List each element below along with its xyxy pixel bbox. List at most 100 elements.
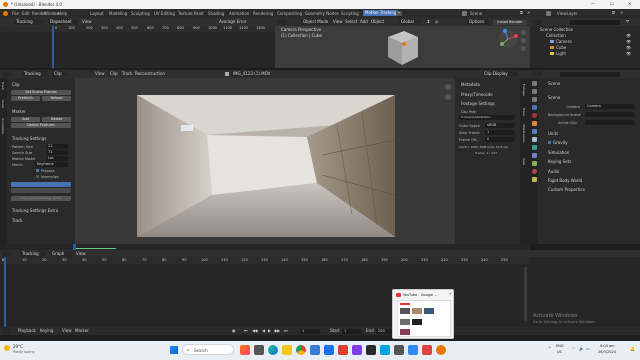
graph-scrollbar[interactable] [524, 267, 527, 321]
delete-view-layer-icon[interactable]: ✕ [620, 11, 623, 15]
graph-view-menu[interactable]: View [76, 251, 86, 256]
play-icon[interactable]: ▶ [268, 328, 271, 333]
clip-path-field[interactable]: C:\Users\Ashish\Do... [459, 115, 515, 120]
clip-section-header[interactable]: Clip [12, 82, 20, 87]
cube-object[interactable] [380, 27, 420, 67]
units-header[interactable]: Units [548, 131, 558, 136]
copy-settings-button[interactable]: Copy Active Settings To Sel [11, 196, 71, 201]
dopesheet-sort-label[interactable]: Average Error [219, 20, 246, 24]
delete-marker-button[interactable]: Delete [42, 117, 71, 122]
clip-editor-type-icon[interactable] [2, 71, 12, 77]
viewport-3d[interactable]: Camera Perspective (1) Collection | Cube [275, 26, 530, 68]
app-icon[interactable] [366, 345, 376, 355]
tab-modeling[interactable]: Modeling [109, 11, 127, 16]
weather-temp[interactable]: 29°C [13, 345, 23, 349]
constraints-tab-icon[interactable] [531, 153, 537, 158]
clip-menu-track[interactable]: Track [122, 72, 132, 76]
view-layer-selector[interactable]: ViewLayer [557, 11, 578, 16]
outliner-item-light[interactable]: Light [556, 52, 566, 56]
app-icon[interactable] [422, 345, 432, 355]
tray-chevron-icon[interactable]: ^ [548, 347, 551, 351]
tab-scripting[interactable]: Scripting [341, 11, 359, 16]
close-button[interactable]: ✕ [628, 2, 631, 6]
add-marker-button[interactable]: Add [11, 117, 40, 122]
outliner-editor-icon[interactable] [532, 19, 542, 25]
visibility-eye-icon[interactable]: 👁 [626, 52, 631, 56]
dopesheet-view-menu[interactable]: View [82, 20, 92, 24]
install-button[interactable]: Install Blender [493, 19, 527, 25]
tab-shading[interactable]: Shading [208, 11, 224, 16]
volume-icon[interactable]: 🔈 [579, 347, 584, 351]
video-frame[interactable] [137, 95, 395, 237]
modifier-tab-icon[interactable] [531, 129, 537, 134]
menu-help[interactable]: Help [58, 11, 67, 16]
visibility-eye-icon[interactable]: 👁 [626, 40, 631, 44]
add-workspace-button[interactable]: + [396, 10, 402, 16]
viewport-menu-object[interactable]: Object [371, 20, 384, 24]
object-tab-icon[interactable] [531, 121, 537, 126]
clip-menu-view[interactable]: View [95, 72, 105, 76]
pan-view-icon[interactable] [445, 94, 451, 100]
app-icon[interactable] [380, 345, 390, 355]
outliner-item-cube[interactable]: Cube [556, 46, 566, 50]
app-icon[interactable] [338, 345, 348, 355]
graph-editor-icon[interactable] [2, 250, 12, 257]
timeline-view-menu[interactable]: View [62, 329, 72, 333]
wifi-icon[interactable]: ◠ [572, 347, 576, 351]
zoom-icon[interactable] [521, 30, 526, 35]
start-frame-field[interactable]: 1 [342, 328, 362, 334]
popup-close-icon[interactable]: ✕ [449, 292, 452, 297]
set-scene-frames-button[interactable]: Set Scene Frames [11, 90, 71, 95]
normalize-checkbox[interactable] [36, 175, 39, 178]
tab-track[interactable]: Track [1, 82, 5, 90]
gravity-checkbox[interactable] [548, 141, 551, 144]
physics-tab-icon[interactable] [531, 145, 537, 150]
custom-properties-header[interactable]: Custom Properties [548, 187, 585, 192]
delete-scene-icon[interactable]: ✕ [527, 11, 530, 15]
minimize-button[interactable]: — [591, 2, 595, 6]
pan-icon[interactable] [521, 38, 526, 43]
texture-tab-icon[interactable] [531, 177, 537, 182]
clip-display-dropdown[interactable]: Clip Display [482, 71, 518, 77]
background-scene-field[interactable] [585, 112, 635, 117]
tracking-extra-header[interactable]: Tracking Settings Extra [12, 208, 58, 213]
dopesheet-area[interactable]: 0 100 200 300 400 500 600 700 800 900 10… [0, 26, 275, 68]
graph-editor-dropdown[interactable]: Tracking [20, 250, 46, 257]
navigation-gizmo-icon[interactable] [497, 28, 519, 50]
viewport-menu-view[interactable]: View [333, 20, 343, 24]
transform-orientation-dropdown[interactable]: Global [399, 19, 421, 25]
outliner-scene-collection[interactable]: Scene Collection [540, 28, 573, 32]
new-scene-icon[interactable]: ⧉ [520, 11, 523, 15]
tab-geometry-nodes[interactable]: Geometry Nodes [305, 11, 339, 16]
edge-browser-icon[interactable] [268, 345, 278, 355]
menu-file[interactable]: File [12, 11, 19, 16]
tab-solve[interactable]: Solve [1, 100, 5, 108]
tab-compositing[interactable]: Compositing [277, 11, 302, 16]
active-clip-field[interactable] [585, 120, 635, 125]
tab-texture-paint[interactable]: Texture Paint [178, 11, 204, 16]
marker-section-header[interactable]: Marker [12, 109, 26, 114]
timeline-marker-menu[interactable]: Marker [75, 329, 89, 333]
color-space-dropdown[interactable]: sRGB [485, 123, 515, 128]
correlation-slider[interactable] [11, 188, 71, 193]
dopesheet-playhead[interactable] [52, 26, 54, 68]
match-dropdown[interactable]: Keyframe [35, 162, 68, 167]
youtube-thumbnail-popup[interactable]: YouTube - Google ... ✕ [392, 289, 454, 339]
tab-motion-tracking[interactable]: Motion Tracking [363, 10, 399, 16]
app-icon[interactable] [394, 345, 404, 355]
audio-header[interactable]: Audio [548, 169, 559, 174]
scene-tab-icon[interactable] [531, 105, 537, 110]
material-tab-icon[interactable] [531, 169, 537, 174]
weather-icon[interactable] [4, 345, 10, 351]
menu-edit[interactable]: Edit [22, 11, 30, 16]
visibility-eye-icon[interactable]: 👁 [626, 34, 631, 38]
clip-editor-mode-dropdown[interactable]: Tracking [22, 71, 48, 77]
tab-layout[interactable]: Layout [90, 11, 104, 16]
file-explorer-icon[interactable] [282, 345, 292, 355]
visibility-eye-icon[interactable]: 👁 [626, 46, 631, 50]
current-frame-field[interactable]: 1 [300, 328, 320, 334]
tab-uv-editing[interactable]: UV Editing [154, 11, 175, 16]
filter-icon[interactable]: ⛛ [626, 20, 629, 24]
prepass-checkbox[interactable] [36, 169, 39, 172]
tool-tab-icon[interactable] [531, 81, 537, 86]
